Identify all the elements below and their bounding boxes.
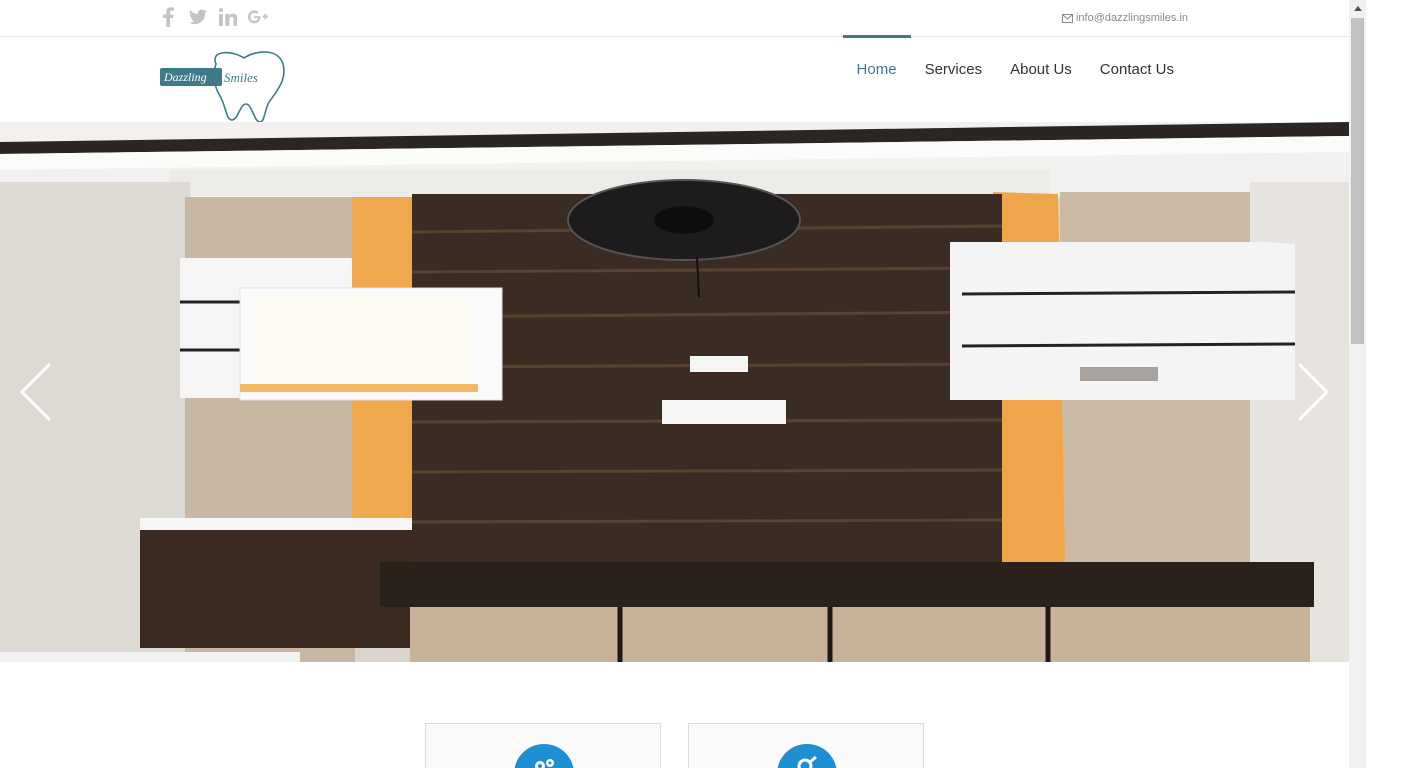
linkedin-icon[interactable] bbox=[218, 7, 238, 27]
hero-slider bbox=[0, 122, 1349, 662]
page: info@dazzlingsmiles.in Dazzling Smiles H… bbox=[0, 0, 1349, 768]
logo[interactable]: Dazzling Smiles bbox=[160, 46, 286, 123]
hero-image bbox=[0, 122, 1349, 662]
top-bar: info@dazzlingsmiles.in bbox=[0, 0, 1349, 37]
social-links bbox=[158, 7, 268, 27]
logo-word-1: Dazzling bbox=[163, 70, 207, 84]
nav-contact[interactable]: Contact Us bbox=[1086, 35, 1188, 95]
slider-prev-button[interactable] bbox=[18, 362, 58, 422]
twitter-icon[interactable] bbox=[188, 7, 208, 27]
slider-next-button[interactable] bbox=[1291, 362, 1331, 422]
card-icon-circle bbox=[777, 744, 837, 768]
scrollbar-thumb[interactable] bbox=[1351, 18, 1364, 344]
feature-card-1[interactable] bbox=[425, 723, 661, 768]
chevron-left-icon bbox=[19, 362, 52, 422]
feature-card-2[interactable] bbox=[688, 723, 924, 768]
facebook-icon[interactable] bbox=[158, 7, 178, 27]
card-icon-circle bbox=[514, 744, 574, 768]
logo-tooth-graphic: Dazzling Smiles bbox=[160, 51, 285, 123]
google-plus-icon[interactable] bbox=[248, 7, 268, 27]
main-nav: Home Services About Us Contact Us bbox=[842, 35, 1188, 95]
site-header: Dazzling Smiles Home Services About Us C… bbox=[0, 35, 1349, 123]
scroll-up-icon bbox=[1353, 6, 1362, 11]
page-scrollbar[interactable] bbox=[1349, 0, 1366, 768]
nav-home[interactable]: Home bbox=[842, 35, 911, 95]
nav-services[interactable]: Services bbox=[911, 35, 997, 95]
chevron-right-icon bbox=[1297, 362, 1330, 422]
nav-about[interactable]: About Us bbox=[996, 35, 1086, 95]
envelope-icon bbox=[1061, 13, 1073, 23]
scroll-up-arrow[interactable] bbox=[1349, 0, 1366, 17]
gears-icon bbox=[535, 759, 554, 768]
email-text: info@dazzlingsmiles.in bbox=[1075, 12, 1188, 24]
window-margin bbox=[1366, 0, 1422, 768]
logo-word-2: Smiles bbox=[224, 70, 258, 85]
search-icon bbox=[797, 756, 817, 768]
contact-email[interactable]: info@dazzlingsmiles.in bbox=[1061, 12, 1188, 24]
